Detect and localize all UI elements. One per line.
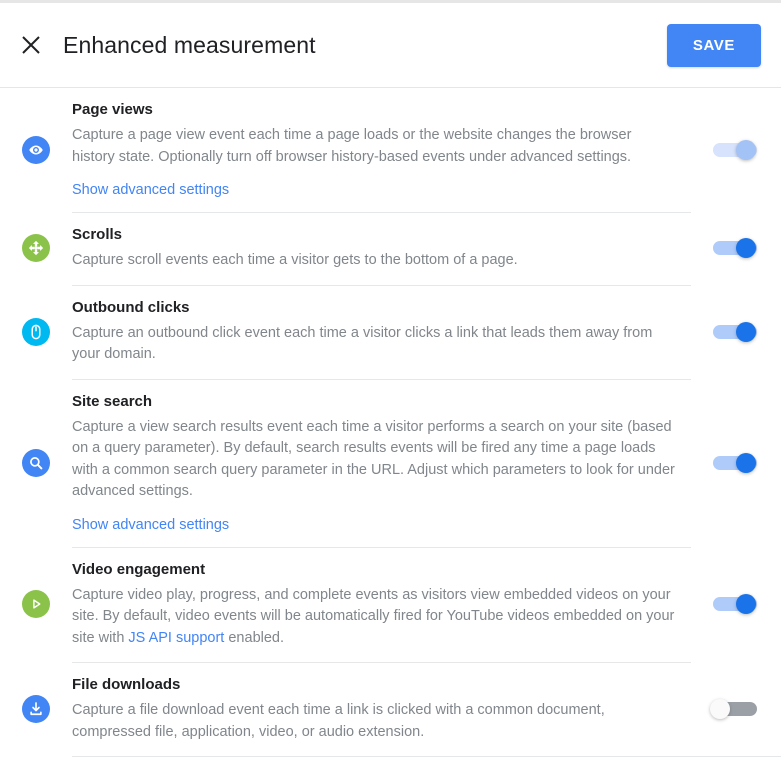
row-icon-container xyxy=(0,136,72,164)
row-toggle-container xyxy=(691,321,781,342)
row-site-search: Site search Capture a view search result… xyxy=(0,378,781,547)
row-description: Capture video play, progress, and comple… xyxy=(72,585,677,650)
toggle-file-downloads[interactable] xyxy=(710,699,762,719)
toggle-video-engagement[interactable] xyxy=(710,594,762,615)
row-description: Capture scroll events each time a visito… xyxy=(72,252,518,268)
save-button[interactable]: SAVE xyxy=(666,23,761,67)
row-title: File downloads xyxy=(72,676,181,693)
row-description: Capture an outbound click event each tim… xyxy=(72,324,653,363)
toggle-page-views[interactable] xyxy=(710,140,762,160)
row-content: Video engagement Capture video play, pro… xyxy=(72,546,691,663)
row-title: Outbound clicks xyxy=(72,298,190,316)
row-icon-container xyxy=(0,695,72,723)
row-file-downloads: File downloads Capture a file download e… xyxy=(0,662,781,756)
row-title: Video engagement xyxy=(72,560,206,578)
enhanced-measurement-list: Page views Capture a page view event eac… xyxy=(0,88,781,757)
row-content: Site search Capture a view search result… xyxy=(72,378,691,547)
row-description: Capture a file download event each time … xyxy=(72,702,605,740)
row-icon-container xyxy=(0,234,72,263)
row-description: Capture a page view event each time a pa… xyxy=(72,127,632,165)
toggle-knob xyxy=(736,321,756,342)
row-outbound-clicks: Outbound clicks Capture an outbound clic… xyxy=(0,284,781,379)
row-page-views: Page views Capture a page view event eac… xyxy=(0,88,781,212)
row-title: Site search xyxy=(72,392,153,410)
row-icon-container xyxy=(0,317,72,346)
row-video-engagement: Video engagement Capture video play, pro… xyxy=(0,546,781,663)
toggle-knob xyxy=(710,699,730,719)
row-content: Scrolls Capture scroll events each time … xyxy=(72,212,691,285)
download-icon xyxy=(22,695,50,723)
close-icon xyxy=(20,34,42,56)
search-icon xyxy=(22,448,50,477)
show-advanced-settings-link[interactable]: Show advanced settings xyxy=(72,182,229,198)
row-content: Page views Capture a page view event eac… xyxy=(72,88,691,212)
row-toggle-container xyxy=(691,140,781,160)
toggle-knob xyxy=(736,140,756,160)
row-toggle-container xyxy=(691,452,781,473)
row-scrolls: Scrolls Capture scroll events each time … xyxy=(0,212,781,285)
toggle-knob xyxy=(736,452,756,473)
mouse-click-icon xyxy=(22,317,50,346)
toggle-scrolls[interactable] xyxy=(710,238,762,259)
js-api-support-link[interactable]: JS API support xyxy=(128,630,224,646)
row-toggle-container xyxy=(691,594,781,615)
scroll-compass-icon xyxy=(22,234,50,263)
row-content: Outbound clicks Capture an outbound clic… xyxy=(72,284,691,379)
toggle-knob xyxy=(736,238,756,259)
row-icon-container xyxy=(0,448,72,477)
row-title: Scrolls xyxy=(72,226,123,243)
close-button[interactable] xyxy=(14,28,48,62)
toggle-site-search[interactable] xyxy=(710,452,762,473)
toggle-outbound-clicks[interactable] xyxy=(710,321,762,342)
toggle-knob xyxy=(736,594,756,615)
list-bottom-divider xyxy=(72,756,781,757)
row-description: Capture a view search results event each… xyxy=(72,418,675,500)
page-title: Enhanced measurement xyxy=(63,31,316,58)
description-part-2: enabled. xyxy=(224,629,285,646)
dialog-header: Enhanced measurement SAVE xyxy=(0,3,781,88)
row-content: File downloads Capture a file download e… xyxy=(72,662,691,756)
row-icon-container xyxy=(0,590,72,619)
play-icon xyxy=(22,590,50,619)
eye-icon xyxy=(22,136,50,164)
show-advanced-settings-link[interactable]: Show advanced settings xyxy=(72,517,229,533)
row-toggle-container xyxy=(691,699,781,719)
row-title: Page views xyxy=(72,101,153,118)
row-toggle-container xyxy=(691,238,781,259)
